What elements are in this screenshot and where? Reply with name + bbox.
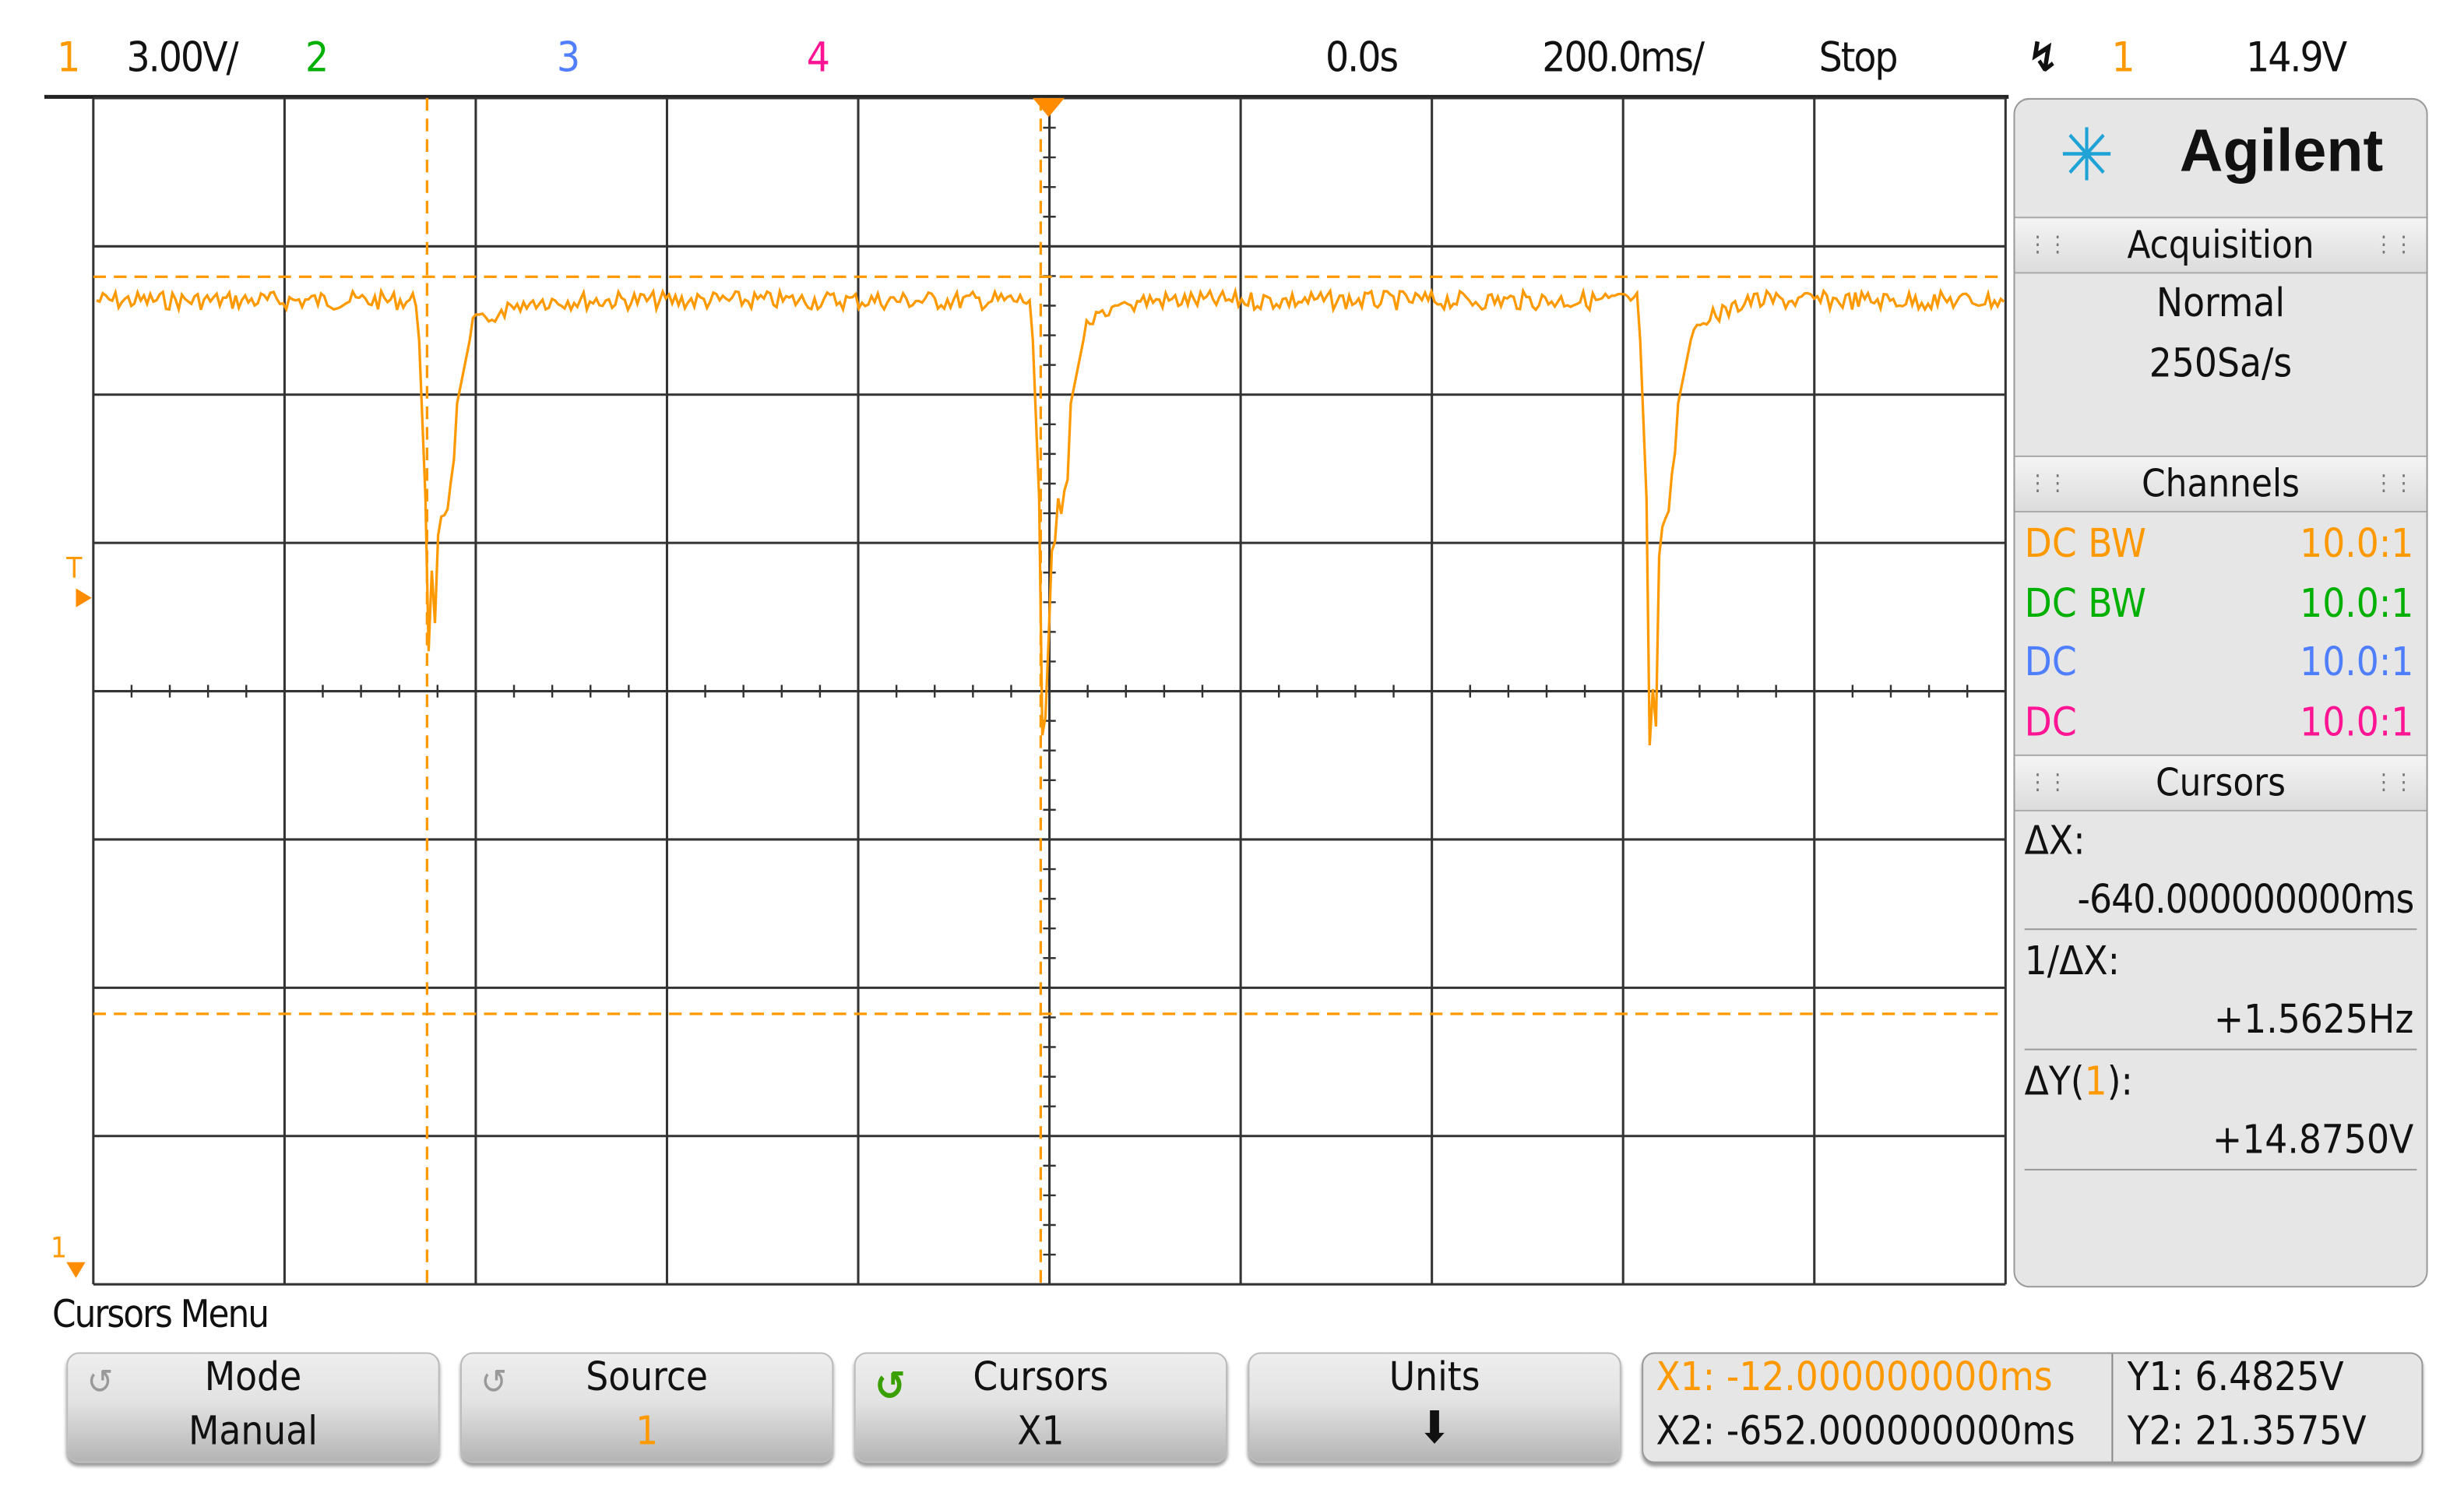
channel-4-coupling[interactable]: DC <box>2025 699 2077 744</box>
mode-value: Manual <box>188 1407 318 1454</box>
delta-y-label: ΔY(1): <box>2025 1058 2133 1104</box>
ch1-ground-label: 1 <box>51 1231 67 1265</box>
mode-softkey[interactable]: ↺ Mode Manual <box>66 1352 440 1463</box>
sample-rate: 250Sa/s <box>2149 340 2293 386</box>
trigger-level-marker[interactable] <box>76 588 92 607</box>
channel-3-coupling[interactable]: DC <box>2025 639 2077 685</box>
delta-y-prefix: ΔY( <box>2024 1058 2085 1104</box>
mode-label: Mode <box>204 1353 302 1400</box>
delta-x-label: ΔX: <box>2024 818 2086 864</box>
ch2-indicator[interactable]: 2 <box>305 35 329 83</box>
source-softkey[interactable]: ↺ Source 1 <box>460 1352 834 1463</box>
x1-readout: X1: -12.000000000ms <box>1656 1353 2053 1400</box>
ch4-indicator[interactable]: 4 <box>807 35 830 83</box>
delta-y-channel: 1 <box>2084 1058 2107 1104</box>
cursors-title: Cursors <box>2156 760 2286 805</box>
channel-1-coupling[interactable]: DC BW <box>2025 520 2146 566</box>
ch3-indicator[interactable]: 3 <box>557 35 580 83</box>
cursors-softkey[interactable]: ↺ Cursors X1 <box>854 1352 1228 1463</box>
units-softkey[interactable]: Units ⬇ <box>1248 1352 1621 1463</box>
ch1-indicator[interactable]: 1 <box>57 35 80 83</box>
falling-edge-icon: ↯ <box>2027 34 2059 83</box>
time-scale[interactable]: 200.0ms/ <box>1542 35 1705 83</box>
acquisition-header[interactable]: ⋮⋮ Acquisition ⋮⋮ <box>2015 216 2427 274</box>
channel-2-probe[interactable]: 10.0:1 <box>2300 579 2413 625</box>
channel-4-probe[interactable]: 10.0:1 <box>2300 699 2413 744</box>
inverse-delta-x-label: 1/ΔX: <box>2024 938 2121 984</box>
trigger-level[interactable]: 14.9V <box>2246 35 2347 83</box>
channel-1-probe[interactable]: 10.0:1 <box>2300 520 2413 566</box>
info-panel: ✳ Agilent ⋮⋮ Acquisition ⋮⋮ Normal 250Sa/s… <box>2013 97 2428 1288</box>
waveform-graticule[interactable]: T 1 <box>44 94 2009 1287</box>
ch1-scale[interactable]: 3.00V/ <box>126 35 238 83</box>
menu-title: Cursors Menu <box>52 1292 269 1337</box>
cursors-value: X1 <box>1017 1407 1065 1454</box>
delta-y-suffix: ): <box>2107 1058 2133 1104</box>
agilent-logo-icon: ✳ <box>2059 112 2114 198</box>
brand-logo: Agilent <box>2179 118 2384 185</box>
channel-2-coupling[interactable]: DC BW <box>2025 579 2146 625</box>
delta-y-value: +14.8750V <box>2212 1116 2414 1163</box>
submenu-arrow-down-icon: ⬇ <box>1417 1401 1452 1454</box>
trigger-level-label: T <box>65 551 83 584</box>
trigger-position-marker[interactable] <box>1033 97 1065 118</box>
run-state[interactable]: Stop <box>1819 35 1899 83</box>
oscilloscope-display: 1 3.00V/ 2 3 4 0.0s 200.0ms/ Stop ↯ 1 14… <box>0 0 2464 1496</box>
delta-x-value: -640.000000000ms <box>2077 876 2415 923</box>
channels-title: Channels <box>2142 462 2300 506</box>
acquisition-mode: Normal <box>2156 280 2286 326</box>
cursor-readout: X1: -12.000000000ms X2: -652.000000000ms… <box>1642 1352 2424 1463</box>
units-label: Units <box>1389 1353 1480 1400</box>
cursors-header[interactable]: ⋮⋮ Cursors ⋮⋮ <box>2015 754 2427 811</box>
channel-3-probe[interactable]: 10.0:1 <box>2300 639 2413 685</box>
x2-readout: X2: -652.000000000ms <box>1656 1407 2075 1454</box>
acquisition-title: Acquisition <box>2127 223 2314 268</box>
trigger-source[interactable]: 1 <box>2111 35 2135 83</box>
y2-readout: Y2: 21.3575V <box>2127 1407 2367 1454</box>
source-value: 1 <box>635 1407 659 1454</box>
source-label: Source <box>586 1353 709 1400</box>
y1-readout: Y1: 6.4825V <box>2127 1353 2344 1400</box>
cursors-label: Cursors <box>973 1353 1109 1400</box>
channels-header[interactable]: ⋮⋮ Channels ⋮⋮ <box>2015 455 2427 513</box>
inverse-delta-x-value: +1.5625Hz <box>2213 996 2414 1043</box>
time-offset[interactable]: 0.0s <box>1325 35 1399 83</box>
ch1-ground-marker[interactable] <box>66 1262 86 1279</box>
